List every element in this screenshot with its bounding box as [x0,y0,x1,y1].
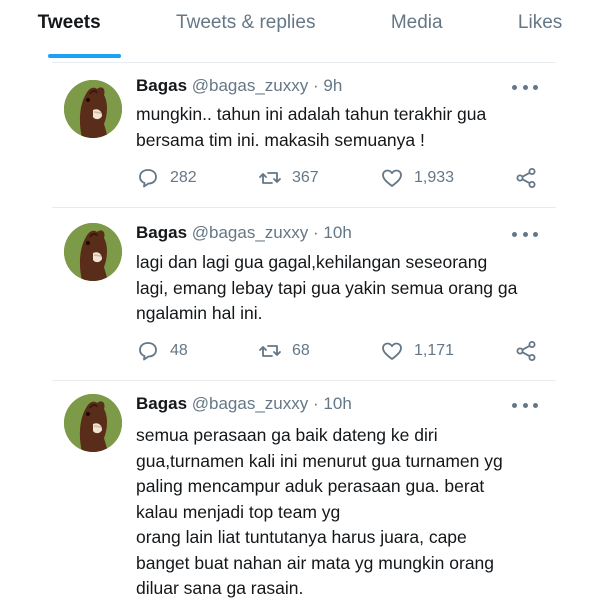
more-options-icon[interactable] [512,400,538,410]
timestamp[interactable]: 9h [323,76,342,95]
more-options-icon[interactable] [512,82,538,92]
retweet-count: 68 [292,342,310,359]
retweet-count: 367 [292,169,319,186]
tweet-text-line: diluar sana ga rasain. [136,578,304,598]
tab-label: Likes [517,12,563,33]
tweet-text-line: ngalamin hal ini. [136,303,263,323]
tweet-text: mungkin.. tahun ini adalah tahun terakhi… [136,102,556,153]
divider [52,207,556,208]
handle[interactable]: @bagas_zuxxy [192,394,309,413]
active-tab-indicator [47,54,121,58]
retweet-icon [259,172,281,184]
dot-separator: · [313,223,319,242]
like-count: 1,171 [414,342,455,359]
tweet-text-line: semua perasaan ga baik dateng ke diri [136,425,438,445]
avatar[interactable] [64,394,122,452]
share-icon [516,341,536,361]
tweet-actions: 48 68 1,171 [136,339,546,365]
share-button[interactable] [514,166,538,190]
display-name[interactable]: Bagas [136,394,187,413]
tweet-text-line: paling mencampur aduk perasaan gua. bera… [136,476,485,496]
handle[interactable]: @bagas_zuxxy [192,76,309,95]
handle[interactable]: @bagas_zuxxy [192,223,309,242]
share-button[interactable] [514,339,538,363]
like-count: 1,933 [414,169,455,186]
tab-media[interactable]: Media [381,0,453,62]
tweet-text-line: bersama tim ini. makasih semuanya ! [136,129,425,150]
tab-tweets-and-replies[interactable]: Tweets & replies [166,0,325,62]
reply-icon [139,342,157,361]
tab-label: Media [390,12,443,33]
reply-count: 282 [170,169,197,186]
reply-button[interactable]: 48 [136,339,188,363]
like-button[interactable]: 1,171 [380,339,454,363]
tweet-text: lagi dan lagi gua gagal,kehilangan seseo… [136,250,556,327]
display-name[interactable]: Bagas [136,223,187,242]
reply-icon [139,169,157,188]
tweet-text-line: lagi dan lagi gua gagal,kehilangan seseo… [136,252,488,272]
tweet-text-line: banget buat nahan air mata yg mungkin or… [136,552,495,573]
divider [52,62,556,63]
tweet-header: Bagas @bagas_zuxxy · 10h [136,223,352,243]
reply-count: 48 [170,342,188,359]
dot-separator: · [313,394,319,413]
reply-button[interactable]: 282 [136,166,197,190]
tweet-text-line: lagi, emang lebay tapi gua yakin semua o… [136,277,518,298]
avatar[interactable] [64,80,122,138]
horse-avatar-icon [64,80,122,138]
tab-likes[interactable]: Likes [508,0,572,62]
tweet-text-line: gua,turnamen kali ini menurut gua turnam… [136,450,503,471]
horse-avatar-icon [64,223,122,281]
tweet-text: semua perasaan ga baik dateng ke diri gu… [136,423,556,602]
tab-label: Tweets & replies [176,12,316,33]
tweet-actions: 282 367 1,933 [136,166,546,192]
tab-label: Tweets [37,12,101,33]
heart-icon [382,342,402,360]
tweet-header: Bagas @bagas_zuxxy · 10h [136,394,352,414]
more-options-icon[interactable] [512,229,538,239]
timestamp[interactable]: 10h [323,394,351,413]
tweet-text-line: orang lain liat tuntutanya harus juara, … [136,527,467,547]
dot-separator: · [313,76,319,95]
display-name[interactable]: Bagas [136,76,187,95]
retweet-button[interactable]: 68 [258,339,310,363]
heart-icon [382,169,402,187]
avatar[interactable] [64,223,122,281]
tab-tweets[interactable]: Tweets [28,0,121,62]
tweet-text-line: mungkin.. tahun ini adalah tahun terakhi… [136,104,487,124]
share-icon [516,168,536,188]
divider [52,380,556,381]
tweet-text-line: kalau menjadi top team yg [136,501,341,522]
horse-avatar-icon [64,394,122,452]
retweet-icon [259,345,281,357]
profile-tabs: Tweets Tweets & replies Media Likes [0,0,600,62]
tweet-header: Bagas @bagas_zuxxy · 9h [136,76,342,96]
timestamp[interactable]: 10h [323,223,351,242]
retweet-button[interactable]: 367 [258,166,319,190]
like-button[interactable]: 1,933 [380,166,454,190]
